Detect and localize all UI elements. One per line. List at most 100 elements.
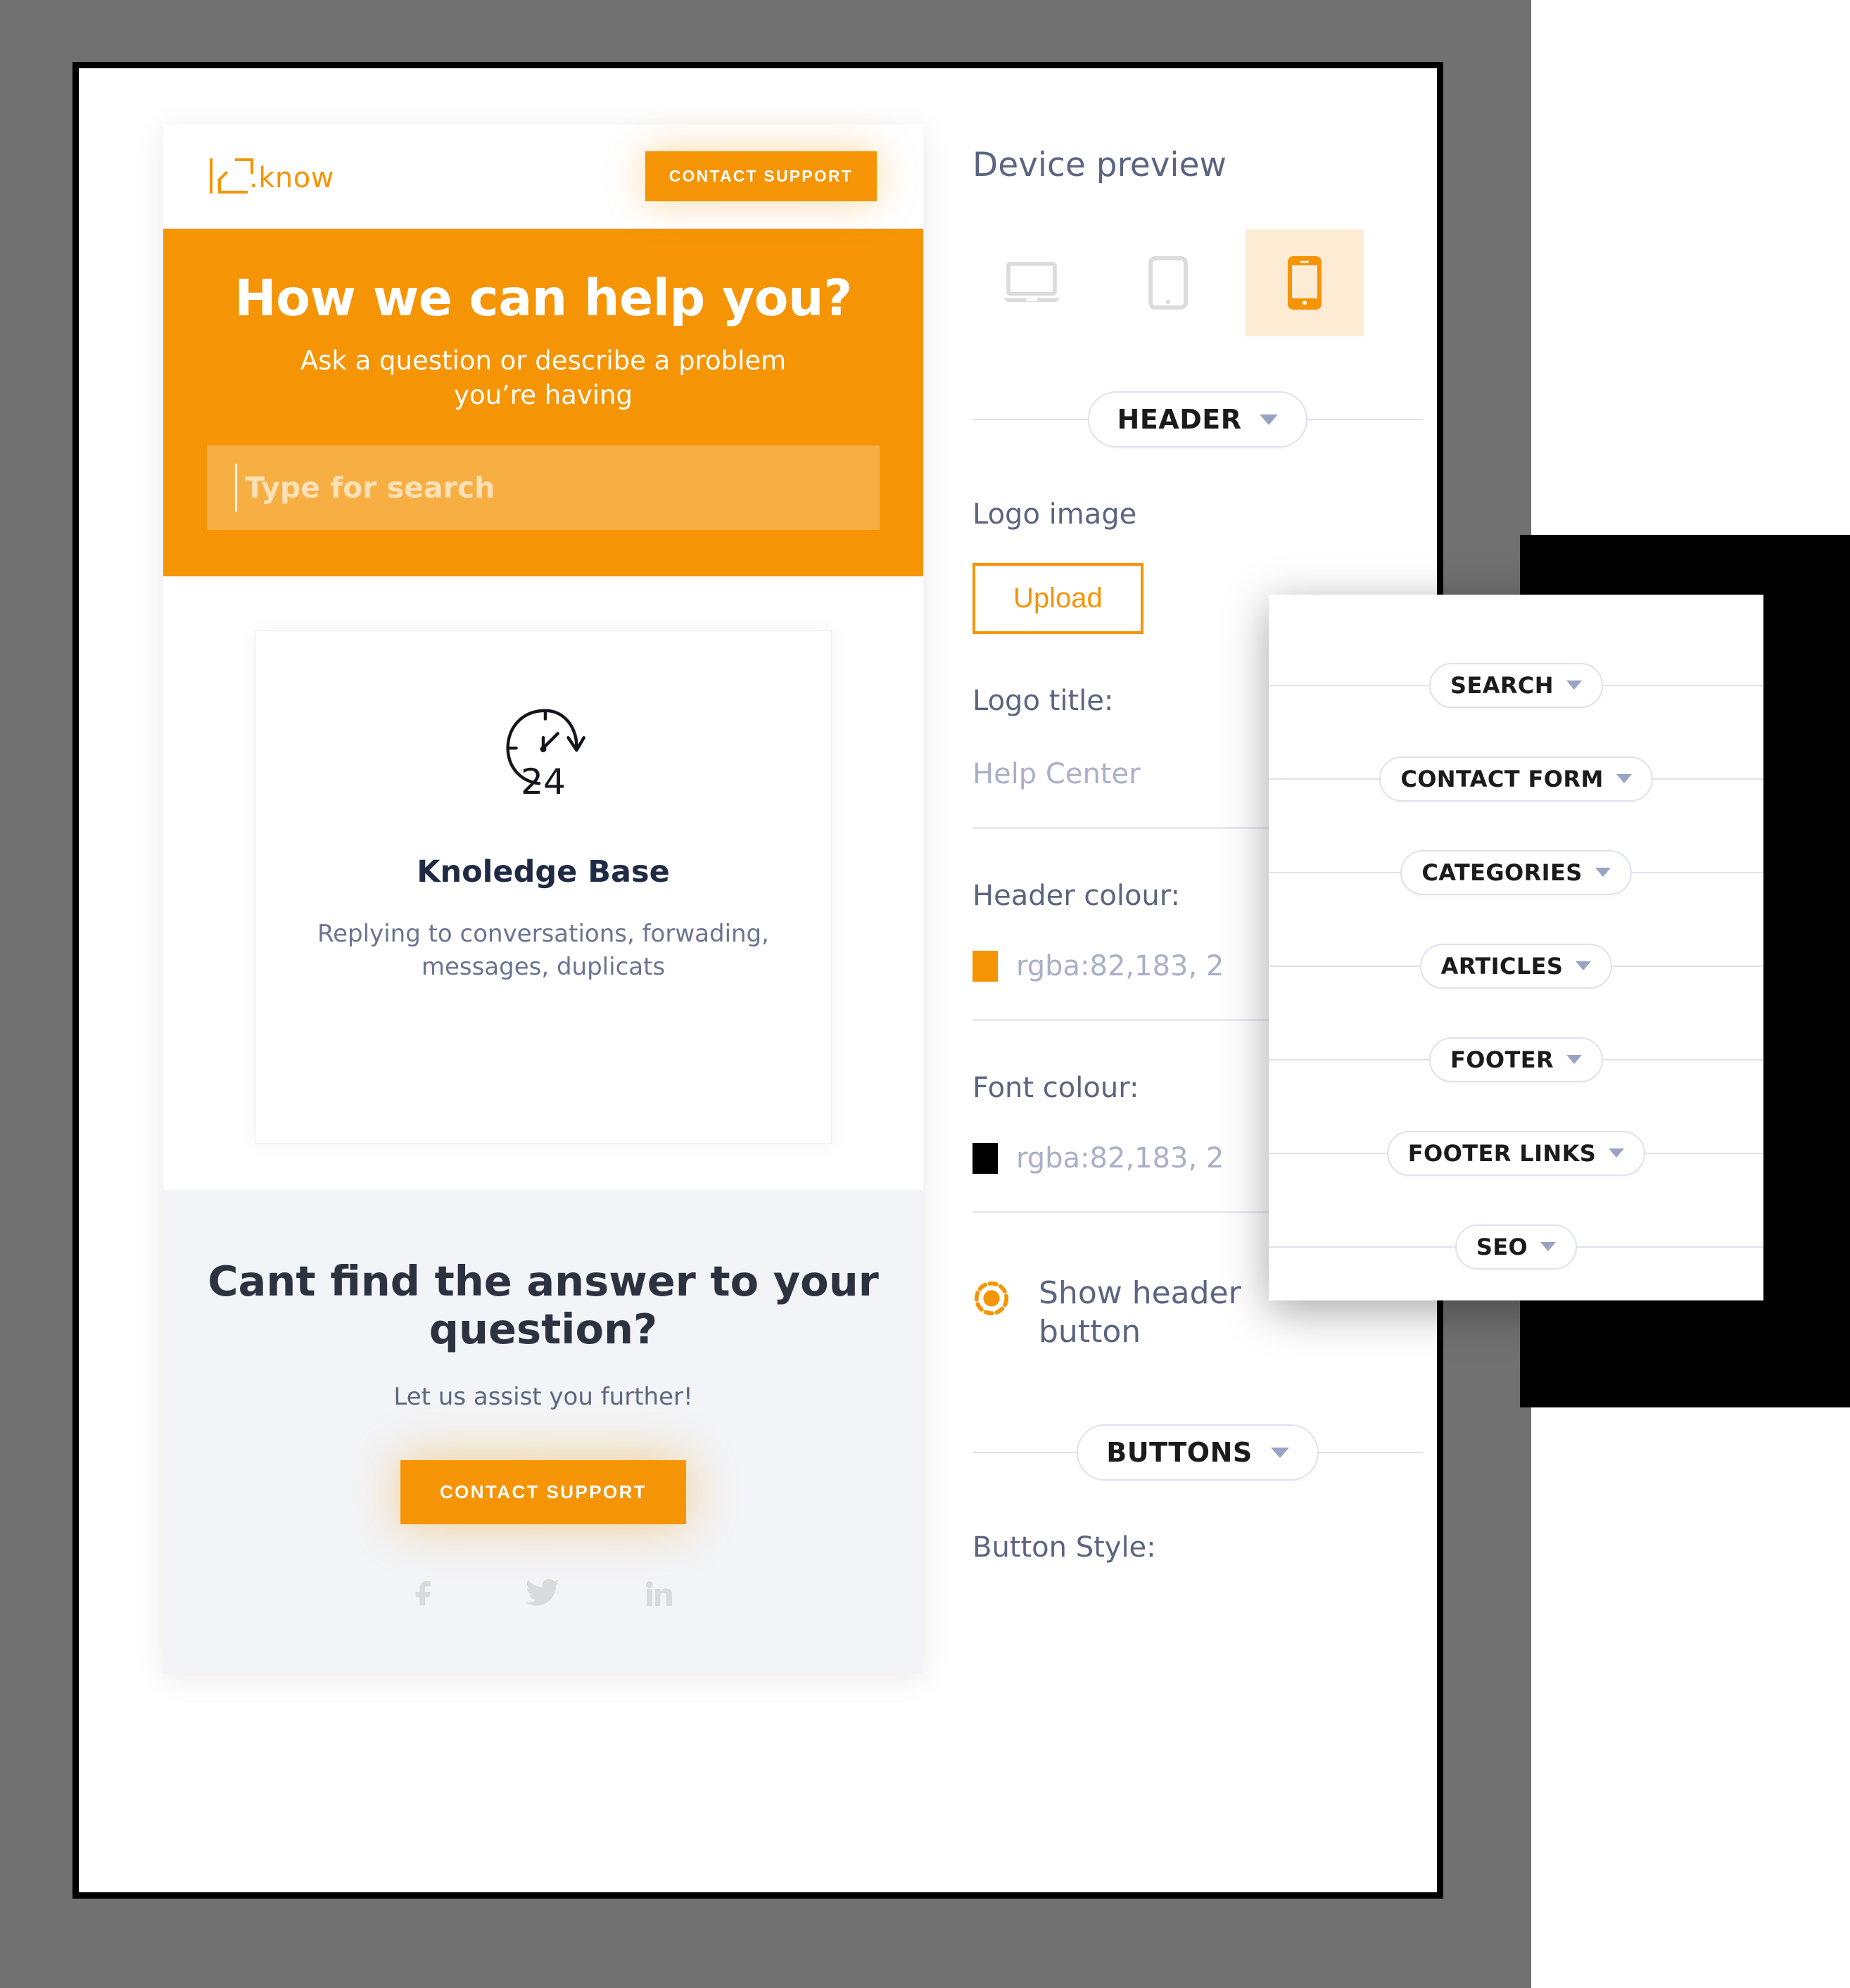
logo-text: .know <box>249 162 334 194</box>
header-colour-value: rgba:82,183, 2 <box>1016 950 1224 982</box>
footer-heading: Cant find the answer to your question? <box>208 1257 879 1354</box>
section-seo-label: SEO <box>1476 1233 1528 1260</box>
section-footer-toggle[interactable]: FOOTER <box>1429 1037 1603 1082</box>
section-contact-form-label: CONTACT FORM <box>1400 765 1604 792</box>
divider-line-right <box>1603 684 1764 686</box>
section-buttons-divider: BUTTONS <box>972 1424 1424 1481</box>
divider-line-right <box>1645 1152 1763 1154</box>
overlay-section-row: SEO <box>1269 1200 1763 1293</box>
knowledge-base-card[interactable]: 24 Knoledge Base Replying to conversatio… <box>255 630 832 1144</box>
contact-support-header-button[interactable]: CONTACT SUPPORT <box>645 151 877 201</box>
divider-line-right <box>1307 419 1423 420</box>
overlay-section-row: FOOTER <box>1269 1013 1763 1106</box>
section-categories-toggle[interactable]: CATEGORIES <box>1400 849 1632 895</box>
text-caret <box>235 464 237 512</box>
chevron-down-icon <box>1566 1055 1582 1064</box>
radio-checked-icon <box>974 1281 1009 1316</box>
svg-text:24: 24 <box>521 761 566 803</box>
card-description: Replying to conversations, forwading, me… <box>317 920 769 982</box>
divider-line-left <box>1269 684 1430 686</box>
chevron-down-icon <box>1260 414 1279 425</box>
chevron-down-icon <box>1576 961 1592 970</box>
search-input[interactable]: Type for search <box>207 445 880 531</box>
main-window: .know CONTACT SUPPORT How we can help yo… <box>72 62 1443 1899</box>
preview-footer: Cant find the answer to your question? L… <box>163 1190 923 1674</box>
desktop-icon <box>1003 261 1060 303</box>
section-header-divider: HEADER <box>972 391 1423 448</box>
hero-heading: How we can help you? <box>234 269 852 327</box>
overlay-section-row: FOOTER LINKS <box>1269 1106 1763 1200</box>
preview-topbar: .know CONTACT SUPPORT <box>163 125 923 229</box>
section-buttons-label: BUTTONS <box>1106 1437 1253 1468</box>
bracket-logo-icon <box>210 156 253 194</box>
divider-line-left <box>1269 778 1380 780</box>
tablet-icon <box>1148 256 1188 310</box>
sections-overlay-panel: SEARCH CONTACT FORM CATEGORIES ARTICLES … <box>1269 595 1764 1300</box>
upload-logo-button[interactable]: Upload <box>972 563 1143 634</box>
footer-subheading: Let us assist you further! <box>393 1383 693 1412</box>
logo-image-label: Logo image <box>972 498 1137 531</box>
section-contact-form-toggle[interactable]: CONTACT FORM <box>1379 756 1653 802</box>
header-colour-swatch[interactable] <box>972 951 998 982</box>
section-search-toggle[interactable]: SEARCH <box>1429 662 1603 708</box>
chevron-down-icon <box>1270 1447 1289 1458</box>
facebook-icon[interactable] <box>410 1577 443 1612</box>
section-search-label: SEARCH <box>1450 671 1554 699</box>
chevron-down-icon <box>1540 1242 1557 1251</box>
hero-section: How we can help you? Ask a question or d… <box>163 229 923 577</box>
divider-line-right <box>1652 778 1764 780</box>
contact-support-footer-button[interactable]: CONTACT SUPPORT <box>400 1460 687 1525</box>
device-preview-title: Device preview <box>972 146 1227 184</box>
divider-line-right <box>1577 1246 1763 1248</box>
phone-preview-card: .know CONTACT SUPPORT How we can help yo… <box>163 125 923 1674</box>
section-header-toggle[interactable]: HEADER <box>1087 391 1308 448</box>
section-footer-label: FOOTER <box>1450 1046 1554 1073</box>
preview-body: 24 Knoledge Base Replying to conversatio… <box>163 576 923 1191</box>
clock-24h-icon: 24 <box>506 709 585 803</box>
logo[interactable]: .know <box>210 156 334 194</box>
section-buttons-toggle[interactable]: BUTTONS <box>1077 1424 1319 1481</box>
twitter-icon[interactable] <box>524 1575 561 1614</box>
device-desktop-button[interactable] <box>972 229 1091 336</box>
device-tablet-button[interactable] <box>1109 229 1227 336</box>
divider-line-left <box>1269 1246 1455 1248</box>
chevron-down-icon <box>1609 1148 1625 1158</box>
section-categories-label: CATEGORIES <box>1421 859 1583 886</box>
device-mobile-button[interactable] <box>1246 229 1364 336</box>
overlay-section-row: SEARCH <box>1269 638 1764 732</box>
divider-line-left <box>1269 871 1401 873</box>
device-toggle-group <box>972 229 1423 336</box>
chevron-down-icon <box>1566 680 1582 690</box>
divider-line-left <box>972 1452 1077 1453</box>
linkedin-icon[interactable] <box>642 1576 676 1613</box>
font-colour-value: rgba:82,183, 2 <box>1016 1142 1224 1175</box>
chevron-down-icon <box>1616 774 1632 783</box>
chevron-down-icon <box>1595 868 1611 877</box>
section-header-label: HEADER <box>1117 404 1242 435</box>
section-footer-links-label: FOOTER LINKS <box>1407 1139 1597 1167</box>
overlay-section-row: ARTICLES <box>1269 919 1763 1013</box>
divider-line-right <box>1318 1452 1424 1453</box>
search-placeholder: Type for search <box>245 471 495 505</box>
section-seo-toggle[interactable]: SEO <box>1455 1224 1578 1270</box>
divider-line-right <box>1631 871 1763 873</box>
mobile-icon <box>1288 256 1322 310</box>
device-preview-canvas: .know CONTACT SUPPORT How we can help yo… <box>163 125 923 1799</box>
font-colour-swatch[interactable] <box>972 1143 998 1174</box>
divider-line-left <box>1269 1152 1387 1154</box>
hero-subheading: Ask a question or describe a problem you… <box>300 345 787 411</box>
section-articles-toggle[interactable]: ARTICLES <box>1419 943 1613 989</box>
section-list: SEARCH CONTACT FORM CATEGORIES ARTICLES … <box>1269 595 1764 1293</box>
divider-line-left <box>1269 1058 1429 1061</box>
section-articles-label: ARTICLES <box>1440 952 1564 980</box>
divider-line-right <box>1612 965 1763 967</box>
divider-line-right <box>1603 1058 1763 1061</box>
overlay-section-row: CATEGORIES <box>1269 825 1763 919</box>
overlay-section-row: CONTACT FORM <box>1269 732 1764 825</box>
social-links <box>163 1575 923 1614</box>
divider-line-left <box>972 419 1088 420</box>
section-footer-links-toggle[interactable]: FOOTER LINKS <box>1386 1130 1646 1176</box>
card-title: Knoledge Base <box>417 854 670 890</box>
button-style-label: Button Style: <box>972 1531 1156 1564</box>
divider-line-left <box>1269 965 1420 967</box>
